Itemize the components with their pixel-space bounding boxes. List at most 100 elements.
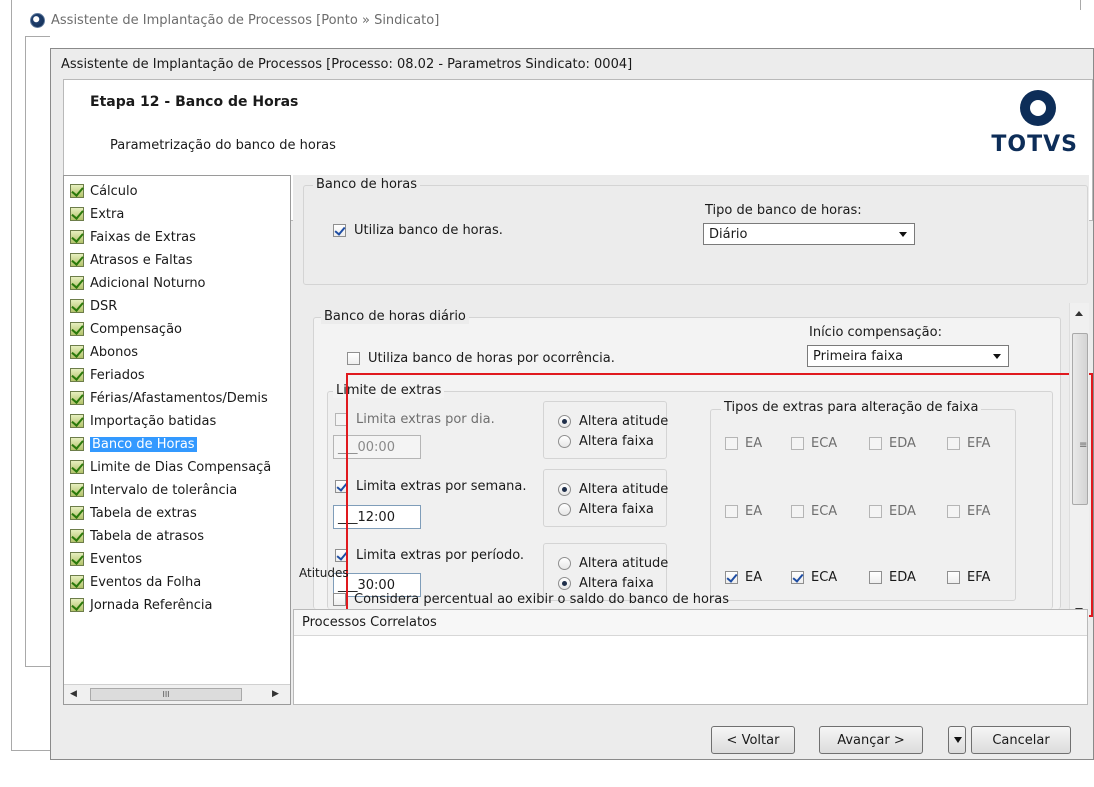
limita-dia-checkbox[interactable]: [335, 413, 348, 426]
tipo-eca-1[interactable]: ECA: [791, 436, 869, 451]
limita-semana-input[interactable]: ___12:00: [333, 505, 421, 529]
tree-item-calculo[interactable]: Cálculo: [70, 181, 138, 201]
tree-item-tabela-atrasos[interactable]: Tabela de atrasos: [70, 526, 204, 546]
limita-semana-row[interactable]: Limita extras por semana.: [335, 479, 527, 494]
ocorrencia-checkbox[interactable]: [347, 352, 360, 365]
tree-item-eventos-folha[interactable]: Eventos da Folha: [70, 572, 201, 592]
tipo-efa-3[interactable]: EFA: [947, 570, 1017, 585]
tree-item-dsr[interactable]: DSR: [70, 296, 117, 316]
tipo-checkbox[interactable]: [791, 571, 804, 584]
tree-item-feriados[interactable]: Feriados: [70, 365, 145, 385]
limita-dia-radio-faixa[interactable]: Altera faixa: [558, 434, 654, 449]
tipo-checkbox[interactable]: [725, 505, 738, 518]
limita-dia-row[interactable]: Limita extras por dia.: [335, 412, 495, 427]
green-check-icon: [70, 460, 84, 474]
totvs-logo-icon: [1020, 90, 1056, 126]
tipo-ea-2[interactable]: EA: [725, 504, 791, 519]
tipo-eda-2[interactable]: EDA: [869, 504, 947, 519]
limite-extras-group-label: Limite de extras: [333, 383, 445, 398]
tree-item-adicional-noturno[interactable]: Adicional Noturno: [70, 273, 206, 293]
radio-button[interactable]: [558, 435, 571, 448]
limita-periodo-checkbox[interactable]: [335, 549, 348, 562]
green-check-icon: [70, 506, 84, 520]
scroll-right-icon[interactable]: ▶: [272, 689, 279, 699]
limita-periodo-radio-faixa[interactable]: Altera faixa: [558, 576, 654, 591]
tipo-checkbox[interactable]: [947, 505, 960, 518]
utiliza-banco-checkbox[interactable]: [333, 224, 346, 237]
limita-periodo-radio-atitude[interactable]: Altera atitude: [558, 556, 668, 571]
tree-horizontal-scrollbar[interactable]: ◀ III ▶: [64, 684, 290, 704]
tipo-checkbox[interactable]: [725, 437, 738, 450]
tree-item-tabela-extras[interactable]: Tabela de extras: [70, 503, 197, 523]
tipo-ea-3[interactable]: EA: [725, 570, 791, 585]
tipo-checkbox[interactable]: [869, 437, 882, 450]
tipo-checkbox[interactable]: [725, 571, 738, 584]
back-button[interactable]: < Voltar: [711, 726, 795, 754]
tipo-ea-1[interactable]: EA: [725, 436, 791, 451]
content-vertical-scrollbar[interactable]: ≡: [1069, 303, 1089, 621]
tipo-checkbox[interactable]: [791, 437, 804, 450]
radio-button[interactable]: [558, 415, 571, 428]
considera-percentual-row[interactable]: Considera percentual ao exibir o saldo d…: [333, 592, 729, 607]
tree-item-label: Adicional Noturno: [90, 275, 206, 291]
considera-percentual-checkbox[interactable]: [333, 593, 346, 606]
limita-dia-label: Limita extras por dia.: [356, 412, 495, 427]
tipo-efa-1[interactable]: EFA: [947, 436, 1017, 451]
tipo-eda-1[interactable]: EDA: [869, 436, 947, 451]
green-check-icon: [70, 598, 84, 612]
next-button[interactable]: Avançar >: [819, 726, 923, 754]
radio-button[interactable]: [558, 577, 571, 590]
limita-dia-input[interactable]: ___00:00: [333, 435, 421, 459]
utiliza-banco-row[interactable]: Utiliza banco de horas.: [333, 223, 503, 238]
green-check-icon: [70, 368, 84, 382]
tree-item-ferias[interactable]: Férias/Afastamentos/Demis: [70, 388, 268, 408]
inicio-compensacao-select[interactable]: Primeira faixa: [807, 345, 1009, 367]
tree-item-extra[interactable]: Extra: [70, 204, 124, 224]
tree-item-abonos[interactable]: Abonos: [70, 342, 138, 362]
utiliza-banco-label: Utiliza banco de horas.: [354, 223, 503, 238]
tipos-row-1: EA ECA EDA EFA: [725, 436, 1017, 451]
cancel-button[interactable]: Cancelar: [971, 726, 1071, 754]
limita-dia-radio-atitude[interactable]: Altera atitude: [558, 414, 668, 429]
tree-item-compensacao[interactable]: Compensação: [70, 319, 182, 339]
tree-item-jornada-referencia[interactable]: Jornada Referência: [70, 595, 213, 615]
tipo-checkbox[interactable]: [869, 571, 882, 584]
scroll-left-icon[interactable]: ◀: [70, 689, 77, 699]
tipo-banco-select[interactable]: Diário: [703, 223, 915, 245]
bg-window-corner: [1080, 0, 1081, 10]
scroll-thumb[interactable]: ≡: [1072, 333, 1088, 505]
tree-item-faixas-extras[interactable]: Faixas de Extras: [70, 227, 196, 247]
limita-semana-checkbox[interactable]: [335, 480, 348, 493]
tree-item-importacao-batidas[interactable]: Importação batidas: [70, 411, 216, 431]
tree-item-label: Importação batidas: [90, 413, 217, 429]
tipo-eca-3[interactable]: ECA: [791, 570, 869, 585]
radio-button[interactable]: [558, 483, 571, 496]
chevron-down-icon: [993, 354, 1001, 359]
radio-button[interactable]: [558, 557, 571, 570]
tipo-eca-2[interactable]: ECA: [791, 504, 869, 519]
green-check-icon: [70, 253, 84, 267]
radio-label: Altera faixa: [579, 576, 654, 591]
scroll-thumb[interactable]: III: [90, 688, 242, 701]
tree-item-atrasos-faltas[interactable]: Atrasos e Faltas: [70, 250, 193, 270]
cancel-dropdown-button[interactable]: [948, 726, 966, 754]
tree-item-eventos[interactable]: Eventos: [70, 549, 142, 569]
ocorrencia-row[interactable]: Utiliza banco de horas por ocorrência.: [347, 351, 615, 366]
step-subtitle: Parametrização do banco de horas: [110, 138, 336, 153]
tipo-eda-3[interactable]: EDA: [869, 570, 947, 585]
tipo-banco-value: Diário: [709, 226, 748, 242]
tree-item-intervalo-tolerancia[interactable]: Intervalo de tolerância: [70, 480, 237, 500]
tipo-label: ECA: [811, 570, 838, 585]
limita-semana-radio-faixa[interactable]: Altera faixa: [558, 502, 654, 517]
tipo-checkbox[interactable]: [869, 505, 882, 518]
limita-periodo-row[interactable]: Limita extras por período.: [335, 548, 524, 563]
tree-item-banco-horas[interactable]: Banco de Horas: [70, 434, 197, 454]
limita-semana-radio-atitude[interactable]: Altera atitude: [558, 482, 668, 497]
tipo-checkbox[interactable]: [791, 505, 804, 518]
tree-item-limite-dias[interactable]: Limite de Dias Compensaçã: [70, 457, 271, 477]
tipo-checkbox[interactable]: [947, 571, 960, 584]
tipo-checkbox[interactable]: [947, 437, 960, 450]
scroll-up-icon[interactable]: [1075, 311, 1083, 316]
tipo-efa-2[interactable]: EFA: [947, 504, 1017, 519]
radio-button[interactable]: [558, 503, 571, 516]
